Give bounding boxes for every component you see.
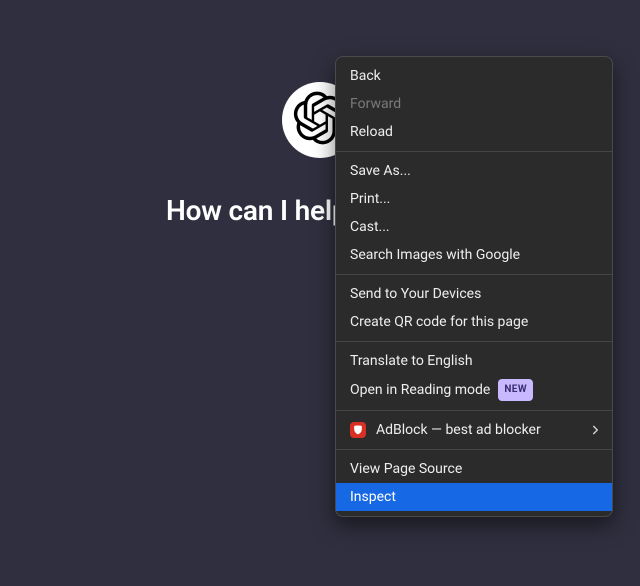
ctx-separator xyxy=(336,274,612,275)
ctx-separator xyxy=(336,151,612,152)
ctx-item-label: Back xyxy=(350,66,381,86)
ctx-item-label: Print... xyxy=(350,189,390,209)
ctx-item-label: Cast... xyxy=(350,217,390,237)
ctx-item-view-source[interactable]: View Page Source xyxy=(336,455,612,483)
ctx-item-reload[interactable]: Reload xyxy=(336,118,612,146)
ctx-separator xyxy=(336,449,612,450)
ctx-item-label: Open in Reading mode xyxy=(350,380,490,400)
ctx-item-create-qr[interactable]: Create QR code for this page xyxy=(336,308,612,336)
ctx-item-translate[interactable]: Translate to English xyxy=(336,347,612,375)
ctx-item-print[interactable]: Print... xyxy=(336,185,612,213)
ctx-item-cast[interactable]: Cast... xyxy=(336,213,612,241)
ctx-item-label: View Page Source xyxy=(350,459,462,479)
ctx-item-search-images[interactable]: Search Images with Google xyxy=(336,241,612,269)
ctx-item-forward: Forward xyxy=(336,90,612,118)
context-menu: Back Forward Reload Save As... Print... … xyxy=(335,56,613,517)
ctx-item-inspect[interactable]: Inspect xyxy=(336,483,612,511)
ctx-item-label: Inspect xyxy=(350,487,396,507)
ctx-separator xyxy=(336,410,612,411)
ctx-item-label: Search Images with Google xyxy=(350,245,520,265)
ctx-item-save-as[interactable]: Save As... xyxy=(336,157,612,185)
ctx-item-label: Translate to English xyxy=(350,351,473,371)
ctx-item-adblock[interactable]: AdBlock — best ad blocker xyxy=(336,416,612,444)
new-badge: NEW xyxy=(498,379,533,401)
ctx-item-label: Create QR code for this page xyxy=(350,312,528,332)
ctx-item-send-devices[interactable]: Send to Your Devices xyxy=(336,280,612,308)
chevron-right-icon xyxy=(591,426,600,435)
ctx-item-label: Send to Your Devices xyxy=(350,284,481,304)
ctx-item-reading-mode[interactable]: Open in Reading mode NEW xyxy=(336,375,612,405)
ctx-item-label: Forward xyxy=(350,94,401,114)
ctx-item-label: AdBlock — best ad blocker xyxy=(376,420,541,440)
viewport: How can I help you today Back Forward Re… xyxy=(0,0,640,586)
ctx-item-back[interactable]: Back xyxy=(336,62,612,90)
ctx-separator xyxy=(336,341,612,342)
ctx-item-label: Save As... xyxy=(350,161,411,181)
adblock-icon xyxy=(350,422,366,438)
ctx-item-label: Reload xyxy=(350,122,393,142)
